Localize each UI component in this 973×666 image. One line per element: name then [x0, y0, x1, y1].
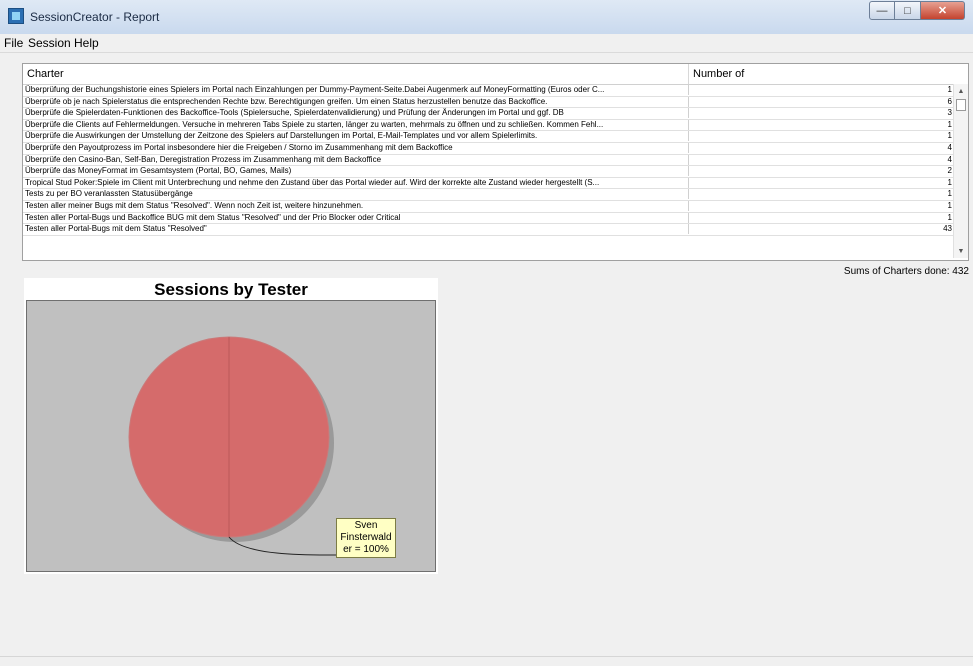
table-row[interactable]: Testen aller Portal-Bugs und Backoffice …: [23, 212, 954, 225]
pie-slice-label-line-1: Sven: [354, 520, 378, 531]
charters-table[interactable]: Charter Number of Überprüfung der Buchun…: [22, 63, 969, 261]
minimize-button[interactable]: —: [869, 1, 895, 20]
menu-help[interactable]: Help: [74, 36, 99, 50]
cell-count: 1: [947, 119, 952, 129]
maximize-icon: □: [904, 4, 911, 17]
column-header-number-of[interactable]: Number of: [689, 64, 954, 84]
chart-title: Sessions by Tester: [154, 280, 308, 299]
table-row[interactable]: Testen aller Portal-Bugs mit dem Status …: [23, 224, 954, 236]
pie-slice-label: Sven Finsterwald er = 100%: [336, 518, 396, 558]
table-row[interactable]: Überprüfe die Auswirkungen der Umstellun…: [23, 131, 954, 143]
table-row[interactable]: Überprüfe den Casino-Ban, Self-Ban, Dere…: [23, 154, 954, 167]
cell-count: 4: [947, 142, 952, 152]
cell-count: 1: [947, 131, 952, 141]
maximize-button[interactable]: □: [895, 1, 921, 20]
cell-charter: Überprüfe den Casino-Ban, Self-Ban, Dere…: [23, 154, 689, 165]
cell-count: 43: [943, 224, 952, 234]
table-row[interactable]: Überprüfe die Spielerdaten-Funktionen de…: [23, 108, 954, 120]
menu-bar: File Session Help: [0, 34, 973, 53]
table-row[interactable]: Überprüfe ob je nach Spielerstatus die e…: [23, 96, 954, 109]
cell-count: 1: [947, 212, 952, 222]
pie-slice-label-line-2: Finsterwald: [340, 532, 392, 543]
table-row[interactable]: Testen aller meiner Bugs mit dem Status …: [23, 200, 954, 213]
app-icon: [8, 8, 24, 24]
close-button[interactable]: ✕: [921, 1, 965, 20]
cell-count: 1: [947, 85, 952, 94]
pie-slice-label-line-3: er = 100%: [343, 544, 389, 555]
cell-charter: Überprüfe den Payoutprozess im Portal in…: [23, 142, 689, 153]
table-row[interactable]: Überprüfe den Payoutprozess im Portal in…: [23, 142, 954, 155]
cell-count: 1: [947, 177, 952, 187]
table-header: Charter Number of: [23, 64, 954, 85]
cell-charter: Überprüfe ob je nach Spielerstatus die e…: [23, 96, 689, 107]
window-controls: — □ ✕: [869, 1, 965, 21]
cell-count: 1: [947, 189, 952, 199]
cell-charter: Tests zu per BO veranlassten Statusüberg…: [23, 189, 689, 200]
cell-charter: Tropical Stud Poker:Spiele im Client mit…: [23, 177, 689, 188]
table-scrollbar[interactable]: ▲ ▼: [953, 84, 968, 258]
close-icon: ✕: [937, 5, 948, 17]
table-row[interactable]: Überprüfung der Buchungshistorie eines S…: [23, 85, 954, 97]
cell-count: 6: [947, 96, 952, 106]
cell-count: 3: [947, 108, 952, 118]
cell-charter: Überprüfe die Clients auf Fehlermeldunge…: [23, 119, 689, 130]
minimize-icon: —: [876, 4, 888, 17]
charters-sum-label: Sums of Charters done: 432: [843, 266, 969, 277]
table-row[interactable]: Überprüfe die Clients auf Fehlermeldunge…: [23, 119, 954, 132]
table-row[interactable]: Überprüfe das MoneyFormat im Gesamtsyste…: [23, 166, 954, 178]
table-body: Überprüfung der Buchungshistorie eines S…: [23, 85, 954, 236]
cell-charter: Überprüfung der Buchungshistorie eines S…: [23, 85, 689, 95]
cell-charter: Testen aller Portal-Bugs und Backoffice …: [23, 212, 689, 223]
cell-charter: Testen aller meiner Bugs mit dem Status …: [23, 200, 689, 211]
cell-count: 4: [947, 154, 952, 164]
scroll-up-arrow-icon[interactable]: ▲: [954, 86, 968, 98]
title-bar: SessionCreator - Report — □ ✕: [0, 0, 973, 35]
cell-charter: Testen aller Portal-Bugs mit dem Status …: [23, 224, 689, 235]
cell-charter: Überprüfe die Auswirkungen der Umstellun…: [23, 131, 689, 142]
column-header-charter[interactable]: Charter: [23, 64, 689, 84]
cell-count: 2: [947, 166, 952, 176]
cell-count: 1: [947, 200, 952, 210]
window-title: SessionCreator - Report: [30, 10, 160, 24]
scroll-thumb[interactable]: [956, 99, 966, 111]
menu-session[interactable]: Session: [28, 36, 71, 50]
menu-file[interactable]: File: [4, 36, 23, 50]
table-row[interactable]: Tropical Stud Poker:Spiele im Client mit…: [23, 177, 954, 190]
scroll-down-arrow-icon[interactable]: ▼: [954, 246, 968, 258]
cell-charter: Überprüfe die Spielerdaten-Funktionen de…: [23, 108, 689, 119]
cell-charter: Überprüfe das MoneyFormat im Gesamtsyste…: [23, 166, 689, 177]
table-row[interactable]: Tests zu per BO veranlassten Statusüberg…: [23, 189, 954, 201]
